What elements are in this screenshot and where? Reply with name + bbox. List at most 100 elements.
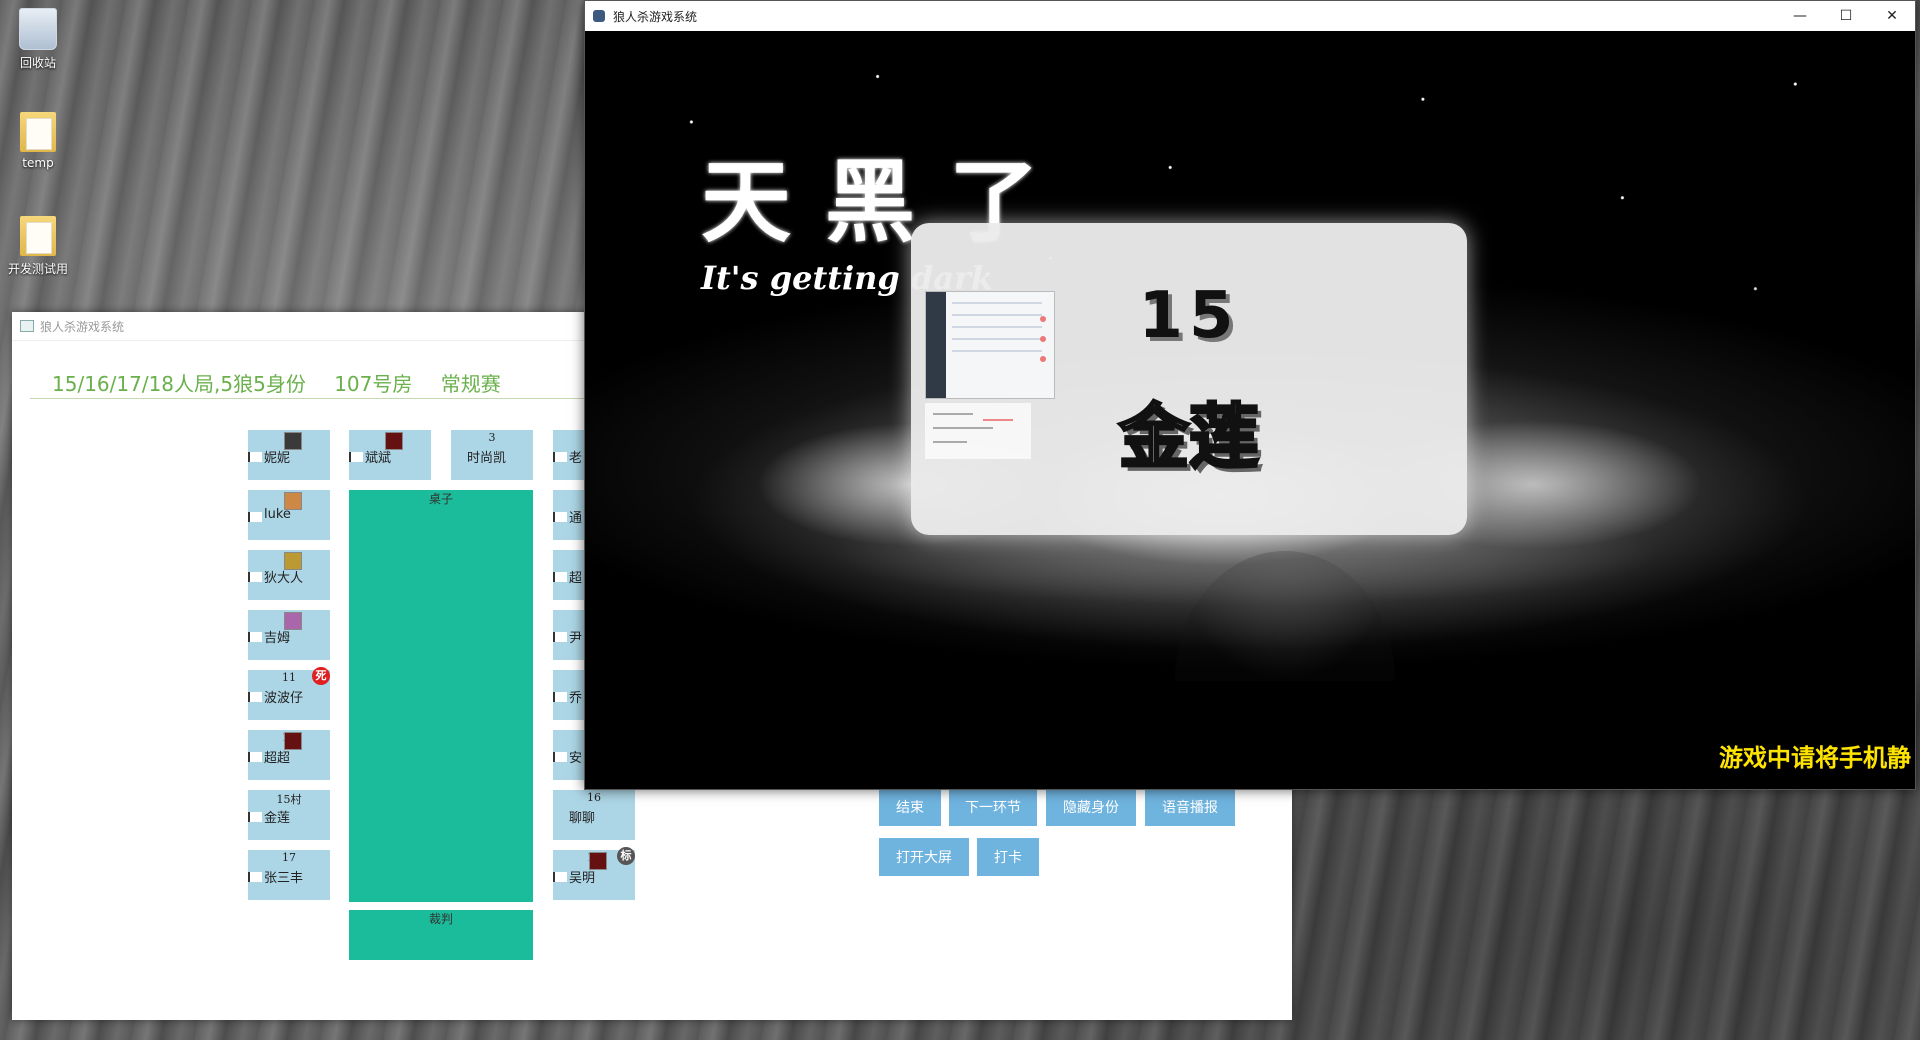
seat-5[interactable]: 5 luke: [248, 490, 330, 540]
checkbox-icon: [349, 452, 363, 462]
next-stage-button[interactable]: 下一环节: [949, 788, 1037, 826]
maximize-icon[interactable]: ☐: [1823, 1, 1869, 31]
desktop-icon-label: 回收站: [19, 56, 56, 70]
table-label: 桌子: [428, 492, 453, 506]
silence-phone-notice: 游戏中请将手机静: [1719, 744, 1911, 772]
seat-16[interactable]: 16 聊聊: [553, 790, 635, 840]
player-name: 狄大人: [264, 571, 304, 586]
thumbnail-line: [952, 314, 1042, 316]
game-mode: 15/16/17/18人局,5狼5身份: [52, 372, 306, 396]
thumbnail-line: [952, 302, 1042, 304]
thumbnail-line: [933, 441, 967, 443]
player-name: 斌斌: [365, 451, 392, 466]
folder-icon: [20, 216, 56, 256]
checkbox-icon: [553, 872, 567, 882]
screenshot-thumbnail-secondary: [925, 403, 1031, 459]
thumbnail-line: [933, 413, 973, 415]
check-in-button[interactable]: 打卡: [977, 838, 1039, 876]
end-button[interactable]: 结束: [879, 788, 941, 826]
player-name: 吉姆: [264, 631, 291, 646]
desktop-icon-dev-test[interactable]: 开发测试用: [8, 216, 68, 277]
seat-17[interactable]: 17 张三丰: [248, 850, 330, 900]
player-name: 尹: [569, 631, 583, 646]
recycle-bin-icon: [19, 8, 57, 50]
close-icon[interactable]: ✕: [1869, 1, 1915, 31]
open-big-screen-button[interactable]: 打开大屏: [879, 838, 969, 876]
seat-number: 15村: [276, 793, 302, 806]
desktop-icon-label: temp: [22, 156, 54, 170]
player-name: luke: [264, 507, 291, 522]
seat-7[interactable]: 7 狄大人: [248, 550, 330, 600]
room-number: 107号房: [334, 372, 413, 396]
checkbox-icon: [248, 692, 262, 702]
seat-11[interactable]: 11 死 波波仔: [248, 667, 330, 720]
desktop-icon-temp[interactable]: temp: [8, 112, 68, 170]
voice-broadcast-button[interactable]: 语音播报: [1145, 788, 1235, 826]
checkbox-icon: [553, 452, 567, 462]
seat-13[interactable]: 13 超超: [248, 730, 330, 780]
player-name: 波波仔: [264, 691, 304, 706]
checkbox-icon: [553, 512, 567, 522]
player-name: 吴明: [569, 871, 596, 886]
game-info-heading: 15/16/17/18人局,5狼5身份 107号房 常规赛: [52, 368, 523, 397]
player-name: 乔: [569, 691, 583, 706]
judge-area: 裁判: [349, 910, 533, 960]
status-badge: 标: [617, 847, 635, 865]
player-name: 安: [569, 751, 583, 766]
match-type: 常规赛: [440, 372, 501, 396]
thumbnail-dot: [1040, 316, 1046, 322]
thumbnail-sidebar: [926, 292, 946, 398]
seat-number: 17: [282, 851, 296, 864]
seat-15[interactable]: 15村 金莲: [248, 790, 330, 840]
checkbox-icon: [553, 632, 567, 642]
player-name: 金莲: [264, 811, 291, 826]
thumbnail-dot: [1040, 356, 1046, 362]
checkbox-icon: [248, 512, 262, 522]
game-window-titlebar[interactable]: 狼人杀游戏系统 — ☐ ✕: [585, 1, 1915, 31]
game-window: 狼人杀游戏系统 — ☐ ✕ 天黑了 It's getting dark 15 金…: [584, 0, 1916, 790]
checkbox-icon: [553, 692, 567, 702]
checkbox-icon: [248, 572, 262, 582]
folder-icon: [20, 112, 56, 152]
player-name: 通: [569, 511, 583, 526]
dead-badge: 死: [312, 667, 330, 685]
checkbox-icon: [248, 872, 262, 882]
checkbox-icon: [248, 452, 262, 462]
seat-2[interactable]: 2 斌斌: [349, 430, 431, 480]
screenshot-thumbnail: [925, 291, 1055, 399]
player-name: 张三丰: [264, 871, 304, 886]
seat-3[interactable]: 3 时尚凯: [451, 430, 533, 480]
app-icon: [593, 10, 605, 22]
night-scene: 天黑了 It's getting dark 15 金莲 游戏中请将手机静: [585, 31, 1915, 789]
player-name: 时尚凯: [467, 451, 507, 466]
checkbox-icon: [553, 752, 567, 762]
checkbox-icon: [248, 632, 262, 642]
thumbnail-dot: [1040, 336, 1046, 342]
app-icon: [20, 320, 34, 332]
heading-divider: [30, 398, 590, 399]
player-name: 聊聊: [569, 811, 596, 826]
judge-label: 裁判: [428, 912, 453, 926]
window-title: 狼人杀游戏系统: [40, 319, 125, 334]
minimize-icon[interactable]: —: [1777, 1, 1823, 31]
seat-number: 16: [587, 791, 601, 804]
thumbnail-line: [983, 419, 1013, 421]
game-table: 桌子: [349, 490, 533, 902]
thumbnail-line: [933, 427, 993, 429]
seat-1[interactable]: 1 妮妮: [248, 430, 330, 480]
seat-18[interactable]: 18 标 吴明: [553, 847, 635, 900]
desktop-icon-label: 开发测试用: [8, 262, 69, 276]
hide-identity-button[interactable]: 隐藏身份: [1046, 788, 1136, 826]
thumbnail-line: [952, 338, 1042, 340]
checkbox-icon: [553, 572, 567, 582]
player-name: 老: [569, 451, 583, 466]
seat-number: 3: [488, 431, 496, 444]
player-name: 妮妮: [264, 451, 291, 466]
window-title: 狼人杀游戏系统: [613, 9, 698, 24]
thumbnail-line: [952, 350, 1042, 352]
desktop-icon-recycle-bin[interactable]: 回收站: [8, 8, 68, 71]
player-name: 超超: [264, 751, 291, 766]
seat-9[interactable]: 9 吉姆: [248, 610, 330, 660]
checkbox-icon: [248, 812, 262, 822]
thumbnail-line: [952, 326, 1042, 328]
